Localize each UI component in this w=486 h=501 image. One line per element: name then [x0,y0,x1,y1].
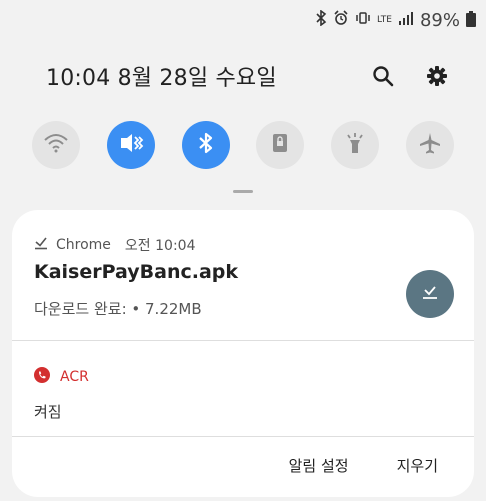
lock-screen-icon [270,132,290,158]
wifi-toggle[interactable] [32,121,80,169]
vibrate-status-icon [355,10,371,30]
bluetooth-status-icon [315,9,327,30]
notification-actions: 알림 설정 지우기 [12,437,474,497]
flashlight-toggle[interactable] [331,121,380,169]
quick-settings-toggles [32,118,454,172]
flashlight-icon [344,131,366,159]
settings-icon[interactable] [424,63,450,89]
download-done-icon [34,236,48,254]
notification-settings-button[interactable]: 알림 설정 [289,455,349,476]
download-status: 다운로드 완료: • 7.22MB [34,300,202,318]
panel-drag-handle[interactable] [233,190,253,193]
search-icon[interactable] [370,63,396,89]
app-name: Chrome [56,237,111,253]
bluetooth-icon [197,131,215,159]
download-complete-icon [421,284,439,304]
vibrate-icon [118,132,144,158]
download-notification[interactable]: Chrome 오전 10:04 KaiserPayBanc.apk 다운로드 완… [12,210,474,340]
bluetooth-toggle[interactable] [181,121,230,169]
notification-app-line: ACR [34,367,89,387]
open-download-button[interactable] [406,270,454,318]
vibrate-toggle[interactable] [106,121,155,169]
screen-lock-toggle[interactable] [256,121,305,169]
lte-status-icon: LTE [377,14,392,25]
notification-header: 10:04 8월 28일 수요일 [46,58,450,94]
airplane-icon [418,131,442,159]
clear-all-button[interactable]: 지우기 [397,455,438,476]
airplane-toggle[interactable] [405,121,454,169]
signal-status-icon [398,11,414,29]
notification-app-line: Chrome 오전 10:04 [34,235,195,255]
notification-text: 켜짐 [34,403,62,421]
acr-notification[interactable]: ACR 켜짐 [12,341,474,436]
date-time: 10:04 8월 28일 수요일 [46,66,277,91]
phone-call-icon [34,367,50,387]
alarm-status-icon [333,10,349,30]
notification-time: 오전 10:04 [124,238,196,254]
status-bar: LTE 89% [315,8,476,32]
file-name: KaiserPayBanc.apk [34,261,239,283]
battery-percent: 89% [419,9,460,31]
wifi-icon [43,132,69,158]
battery-icon [466,11,476,27]
app-name: ACR [60,369,89,385]
